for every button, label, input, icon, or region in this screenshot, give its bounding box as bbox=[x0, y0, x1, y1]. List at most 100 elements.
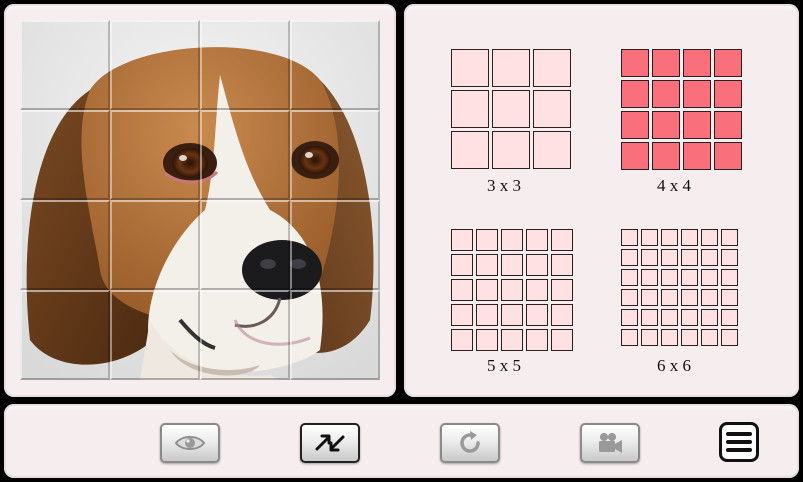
swap-button[interactable] bbox=[300, 423, 360, 463]
grid-cell bbox=[701, 309, 718, 326]
hamburger-menu-icon bbox=[726, 440, 752, 444]
grid-cell bbox=[683, 111, 711, 139]
puzzle-tile[interactable] bbox=[110, 20, 200, 110]
option-5x5[interactable]: 5 x 5 bbox=[434, 224, 574, 384]
puzzle-tile[interactable] bbox=[200, 20, 290, 110]
grid-cell bbox=[621, 80, 649, 108]
grid-cell bbox=[641, 329, 658, 346]
puzzle-tile[interactable] bbox=[20, 200, 110, 290]
option-6x6[interactable]: 6 x 6 bbox=[604, 224, 744, 384]
grid-cell bbox=[621, 49, 649, 77]
grid-cell bbox=[501, 279, 523, 301]
grid-cell bbox=[621, 142, 649, 170]
grid-cell bbox=[621, 289, 638, 306]
grid-cell bbox=[451, 279, 473, 301]
grid-cell bbox=[492, 90, 530, 128]
toolbar bbox=[4, 404, 799, 478]
puzzle-tile[interactable] bbox=[290, 200, 380, 290]
grid-cell bbox=[621, 249, 638, 266]
grid-cell bbox=[683, 49, 711, 77]
puzzle-tile[interactable] bbox=[200, 290, 290, 380]
grid-cell bbox=[451, 90, 489, 128]
puzzle-tile[interactable] bbox=[110, 110, 200, 200]
option-label: 6 x 6 bbox=[657, 356, 691, 375]
grid-cell bbox=[501, 254, 523, 276]
puzzle-tile[interactable] bbox=[290, 20, 380, 110]
grid-cell bbox=[721, 269, 738, 286]
puzzle-tile[interactable] bbox=[20, 290, 110, 380]
puzzle-tile[interactable] bbox=[20, 110, 110, 200]
grid-preview-6x6 bbox=[621, 229, 738, 346]
video-camera-icon bbox=[599, 433, 622, 453]
grid-cell bbox=[451, 131, 489, 169]
grid-cell bbox=[661, 269, 678, 286]
puzzle-tile[interactable] bbox=[110, 200, 200, 290]
grid-cell bbox=[476, 329, 498, 351]
grid-cell bbox=[501, 329, 523, 351]
puzzle-tile[interactable] bbox=[110, 290, 200, 380]
grid-cell bbox=[476, 229, 498, 251]
grid-cell bbox=[451, 49, 489, 87]
puzzle-tile[interactable] bbox=[20, 20, 110, 110]
grid-cell bbox=[621, 111, 649, 139]
grid-cell bbox=[652, 142, 680, 170]
preview-button[interactable] bbox=[160, 423, 220, 463]
grid-cell bbox=[681, 289, 698, 306]
grid-cell bbox=[721, 329, 738, 346]
grid-cell bbox=[526, 329, 548, 351]
grid-cell bbox=[551, 329, 573, 351]
grid-cell bbox=[652, 80, 680, 108]
grid-cell bbox=[681, 309, 698, 326]
grid-cell bbox=[661, 249, 678, 266]
grid-cell bbox=[551, 279, 573, 301]
grid-cell bbox=[526, 254, 548, 276]
grid-cell bbox=[641, 249, 658, 266]
video-button[interactable] bbox=[580, 423, 640, 463]
puzzle-board[interactable] bbox=[20, 20, 380, 380]
grid-cell bbox=[533, 49, 571, 87]
grid-cell bbox=[526, 229, 548, 251]
option-label: 5 x 5 bbox=[487, 356, 521, 375]
grid-cell bbox=[714, 80, 742, 108]
grid-cell bbox=[451, 254, 473, 276]
rotate-icon bbox=[460, 431, 480, 453]
puzzle-tile[interactable] bbox=[290, 290, 380, 380]
grid-cell bbox=[451, 229, 473, 251]
grid-cell bbox=[701, 289, 718, 306]
rotate-button[interactable] bbox=[440, 423, 500, 463]
grid-cell bbox=[526, 304, 548, 326]
grid-cell bbox=[721, 249, 738, 266]
grid-cell bbox=[661, 289, 678, 306]
grid-cell bbox=[661, 229, 678, 246]
grid-cell bbox=[551, 304, 573, 326]
puzzle-panel bbox=[4, 4, 396, 397]
menu-button[interactable] bbox=[719, 422, 759, 462]
grid-cell bbox=[501, 229, 523, 251]
grid-cell bbox=[721, 309, 738, 326]
shuffle-swap-icon bbox=[315, 434, 345, 452]
puzzle-tile[interactable] bbox=[200, 200, 290, 290]
grid-options-panel: 3 x 3 4 x 4 5 x 5 6 x 6 bbox=[404, 4, 799, 397]
grid-cell bbox=[641, 229, 658, 246]
grid-cell bbox=[476, 279, 498, 301]
grid-cell bbox=[701, 329, 718, 346]
grid-cell bbox=[721, 229, 738, 246]
grid-cell bbox=[551, 254, 573, 276]
grid-cell bbox=[721, 289, 738, 306]
puzzle-tile[interactable] bbox=[290, 110, 380, 200]
option-3x3[interactable]: 3 x 3 bbox=[434, 44, 574, 204]
grid-cell bbox=[641, 309, 658, 326]
grid-cell bbox=[714, 49, 742, 77]
grid-cell bbox=[533, 90, 571, 128]
grid-cell bbox=[641, 289, 658, 306]
grid-cell bbox=[714, 111, 742, 139]
grid-preview-5x5 bbox=[451, 229, 573, 351]
grid-cell bbox=[681, 329, 698, 346]
grid-cell bbox=[641, 269, 658, 286]
option-4x4[interactable]: 4 x 4 bbox=[604, 44, 744, 204]
puzzle-tile[interactable] bbox=[200, 110, 290, 200]
option-label: 4 x 4 bbox=[657, 176, 691, 195]
grid-cell bbox=[451, 304, 473, 326]
grid-cell bbox=[714, 142, 742, 170]
grid-cell bbox=[701, 249, 718, 266]
